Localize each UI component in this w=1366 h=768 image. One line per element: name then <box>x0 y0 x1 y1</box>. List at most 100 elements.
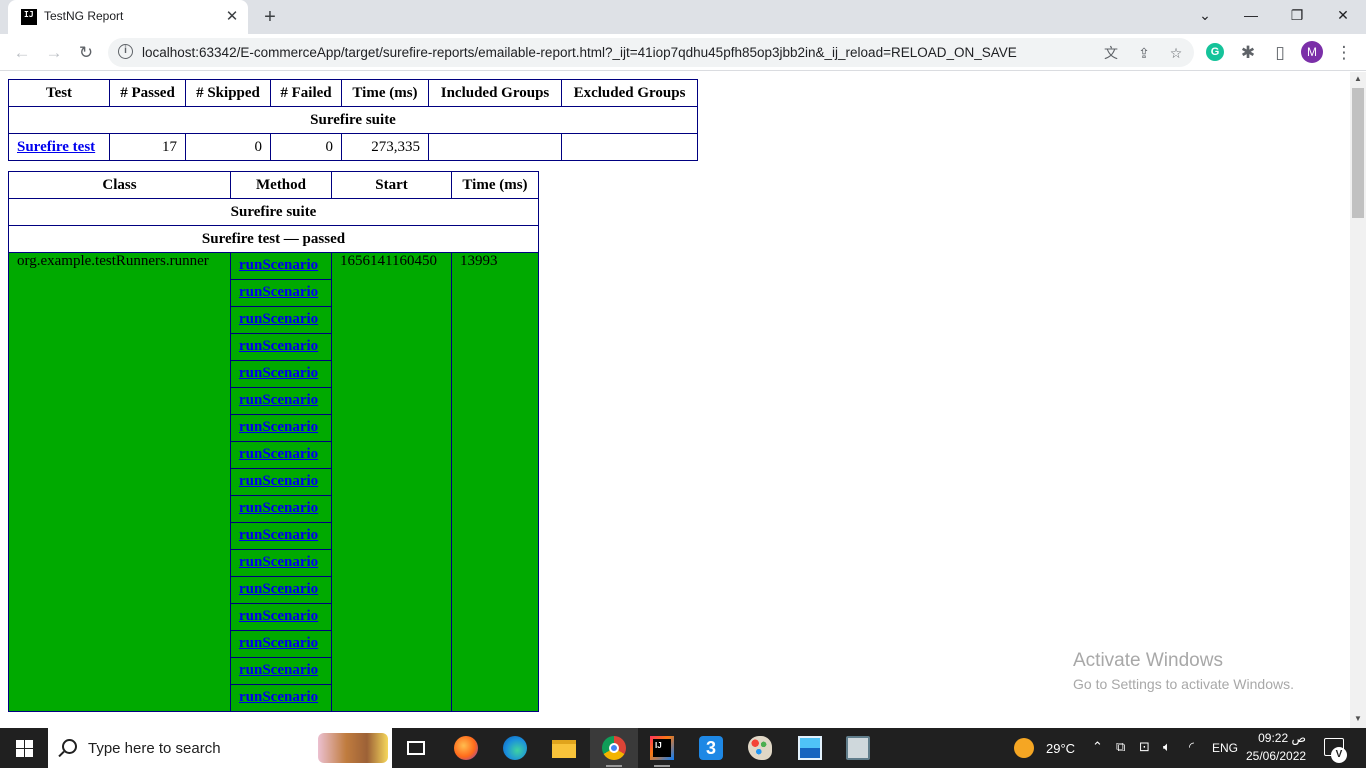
method-cell: runScenario <box>230 360 332 388</box>
taskbar-chrome[interactable] <box>590 728 638 768</box>
details-header-class: Class <box>8 171 231 199</box>
method-link[interactable]: runScenario <box>239 635 318 651</box>
minimize-button[interactable]: — <box>1228 0 1274 30</box>
scrollbar-thumb[interactable] <box>1352 88 1364 218</box>
number-three-app-icon: 3 <box>699 736 723 760</box>
vertical-scrollbar[interactable]: ▲ ▼ <box>1350 72 1366 728</box>
windows-logo-pane <box>25 740 33 748</box>
summary-table: Test # Passed # Skipped # Failed Time (m… <box>8 79 698 161</box>
taskbar-paint[interactable] <box>736 728 784 768</box>
method-link[interactable]: runScenario <box>239 365 318 381</box>
taskbar-edge[interactable] <box>491 728 539 768</box>
start-timestamp-cell: 1656141160450 <box>331 252 452 712</box>
scroll-up-arrow-icon[interactable]: ▲ <box>1350 72 1366 86</box>
meet-now-icon[interactable]: ⧉ <box>1116 739 1125 755</box>
summary-header-row: Test # Passed # Skipped # Failed Time (m… <box>8 79 698 107</box>
address-url[interactable]: localhost:63342/E-commerceApp/target/sur… <box>142 45 1017 60</box>
photos-icon <box>798 736 822 760</box>
clock-time[interactable]: 09:22 ص <box>1256 731 1306 745</box>
method-link[interactable]: runScenario <box>239 257 318 273</box>
back-arrow-icon[interactable]: ← <box>8 39 36 67</box>
tab-close-icon[interactable]: ✕ <box>221 6 243 28</box>
details-suite-name: Surefire suite <box>8 198 539 226</box>
search-highlight-illustration[interactable] <box>318 733 388 763</box>
details-test-title-row: Surefire test — passed <box>8 225 539 253</box>
method-link[interactable]: runScenario <box>239 311 318 327</box>
task-view-icon <box>407 741 425 755</box>
bookmark-star-icon[interactable]: ☆ <box>1165 42 1187 64</box>
taskbar-app-3[interactable]: 3 <box>687 728 735 768</box>
method-link[interactable]: runScenario <box>239 608 318 624</box>
method-cell: runScenario <box>230 576 332 604</box>
taskbar-photos[interactable] <box>786 728 834 768</box>
taskbar-file-explorer[interactable] <box>540 728 588 768</box>
summary-suite-name: Surefire suite <box>8 106 698 134</box>
watermark-title: Activate Windows <box>1073 650 1223 671</box>
reload-icon[interactable]: ↻ <box>72 39 100 67</box>
page-viewport: Test # Passed # Skipped # Failed Time (m… <box>0 72 1350 728</box>
start-button[interactable] <box>0 728 48 768</box>
method-link[interactable]: runScenario <box>239 662 318 678</box>
new-tab-button[interactable]: + <box>256 4 284 30</box>
side-panel-icon[interactable]: ▯ <box>1266 39 1294 67</box>
intellij-icon-inner: IJ <box>653 739 671 757</box>
windows-logo-icon <box>16 740 24 748</box>
scroll-down-arrow-icon[interactable]: ▼ <box>1350 712 1366 726</box>
grammarly-extension-icon[interactable]: G <box>1206 43 1224 61</box>
watermark-subtitle: Go to Settings to activate Windows. <box>1073 676 1294 692</box>
method-link[interactable]: runScenario <box>239 284 318 300</box>
method-cell: runScenario <box>230 522 332 550</box>
edge-icon <box>503 736 527 760</box>
method-link[interactable]: runScenario <box>239 446 318 462</box>
address-bar[interactable]: i localhost:63342/E-commerceApp/target/s… <box>108 38 1194 67</box>
tab-search-chevron-icon[interactable]: ⌄ <box>1182 0 1228 30</box>
method-cell: runScenario <box>230 684 332 712</box>
details-suite-row: Surefire suite <box>8 198 539 226</box>
close-window-button[interactable]: ✕ <box>1320 0 1366 30</box>
method-link[interactable]: runScenario <box>239 473 318 489</box>
show-hidden-icons-chevron-icon[interactable]: ⌃ <box>1092 739 1103 755</box>
paint-palette-icon <box>748 736 772 760</box>
method-link[interactable]: runScenario <box>239 527 318 543</box>
tab-testng-report[interactable]: IJ TestNG Report ✕ <box>8 0 248 34</box>
method-row: org.example.testRunners.runner runScenari… <box>8 252 539 712</box>
method-link[interactable]: runScenario <box>239 338 318 354</box>
class-name-cell: org.example.testRunners.runner <box>8 252 231 712</box>
input-language[interactable]: ENG <box>1212 741 1238 755</box>
method-cell: runScenario <box>230 387 332 415</box>
browser-menu-icon[interactable]: ⋮ <box>1330 39 1358 67</box>
method-link[interactable]: runScenario <box>239 419 318 435</box>
network-icon[interactable]: ⊡ <box>1139 739 1150 755</box>
translate-icon[interactable]: 文 <box>1100 42 1122 64</box>
profile-avatar[interactable]: M <box>1301 41 1323 63</box>
extensions-puzzle-icon[interactable]: ✱ <box>1234 39 1262 67</box>
taskbar-search-box[interactable]: Type here to search <box>48 728 392 768</box>
task-view-button[interactable] <box>392 728 440 768</box>
weather-sun-cloud-icon[interactable] <box>1014 738 1034 758</box>
summary-passed-count: 17 <box>109 133 186 161</box>
surefire-test-link[interactable]: Surefire test <box>17 139 95 155</box>
wifi-icon[interactable]: ◜ <box>1189 739 1194 755</box>
share-icon[interactable]: ⇪ <box>1133 42 1155 64</box>
method-link[interactable]: runScenario <box>239 500 318 516</box>
summary-header-passed: # Passed <box>109 79 186 107</box>
taskbar-firefox[interactable] <box>442 728 490 768</box>
method-link[interactable]: runScenario <box>239 554 318 570</box>
search-placeholder[interactable]: Type here to search <box>88 740 221 757</box>
weather-temperature[interactable]: 29°C <box>1046 741 1075 756</box>
restore-button[interactable]: ❐ <box>1274 0 1320 30</box>
summary-test-row: Surefire test 17 0 0 273,335 <box>8 133 698 161</box>
windows-taskbar: Type here to search IJ 3 29°C ⌃ ⧉ ⊡ 🔈︎ ◜ <box>0 728 1366 768</box>
details-header-time: Time (ms) <box>451 171 539 199</box>
forward-arrow-icon[interactable]: → <box>40 39 68 67</box>
method-link[interactable]: runScenario <box>239 581 318 597</box>
taskbar-remote-desktop[interactable] <box>834 728 882 768</box>
method-link[interactable]: runScenario <box>239 689 318 705</box>
clock-date[interactable]: 25/06/2022 <box>1246 749 1306 763</box>
method-link[interactable]: runScenario <box>239 392 318 408</box>
method-cell: runScenario <box>230 630 332 658</box>
taskbar-intellij[interactable]: IJ <box>638 728 686 768</box>
site-info-icon[interactable]: i <box>118 44 133 59</box>
chrome-center-dot <box>609 743 619 753</box>
volume-icon[interactable]: 🔈︎ <box>1163 739 1171 755</box>
